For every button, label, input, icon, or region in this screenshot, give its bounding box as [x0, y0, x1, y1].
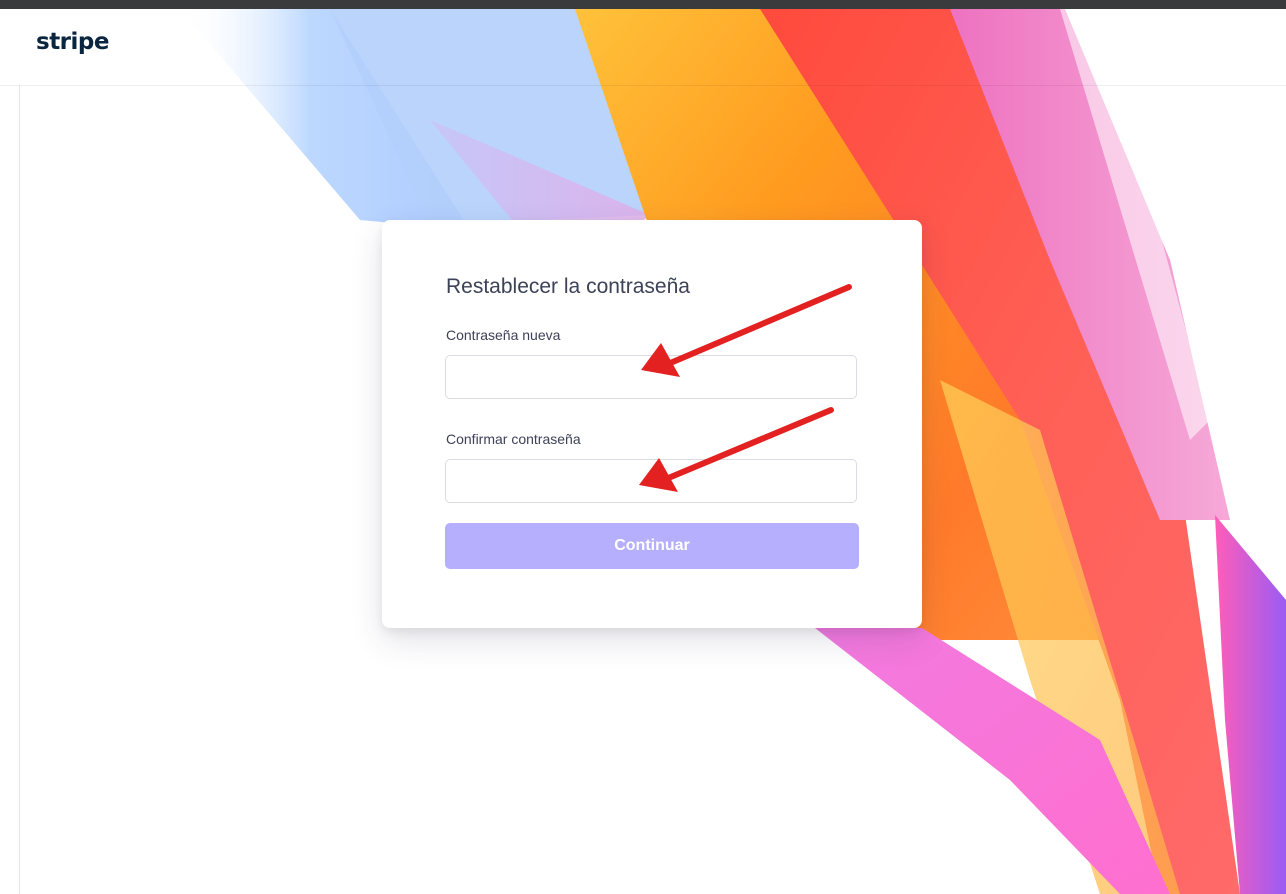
stripe-logo[interactable]: stripe [36, 29, 109, 55]
content-frame-border [19, 85, 20, 894]
card-title: Restablecer la contraseña [446, 275, 690, 298]
confirm-password-label: Confirmar contraseña [446, 431, 581, 447]
continue-button[interactable]: Continuar [445, 523, 859, 569]
new-password-label: Contraseña nueva [446, 327, 561, 343]
reset-password-card: Restablecer la contraseña Contraseña nue… [382, 220, 922, 628]
reset-password-page: stripe Restablecer la contraseña Contras… [0, 0, 1286, 894]
confirm-password-input[interactable] [445, 459, 857, 503]
new-password-input[interactable] [445, 355, 857, 399]
top-header: stripe [0, 9, 1286, 86]
browser-chrome-strip [0, 0, 1286, 9]
